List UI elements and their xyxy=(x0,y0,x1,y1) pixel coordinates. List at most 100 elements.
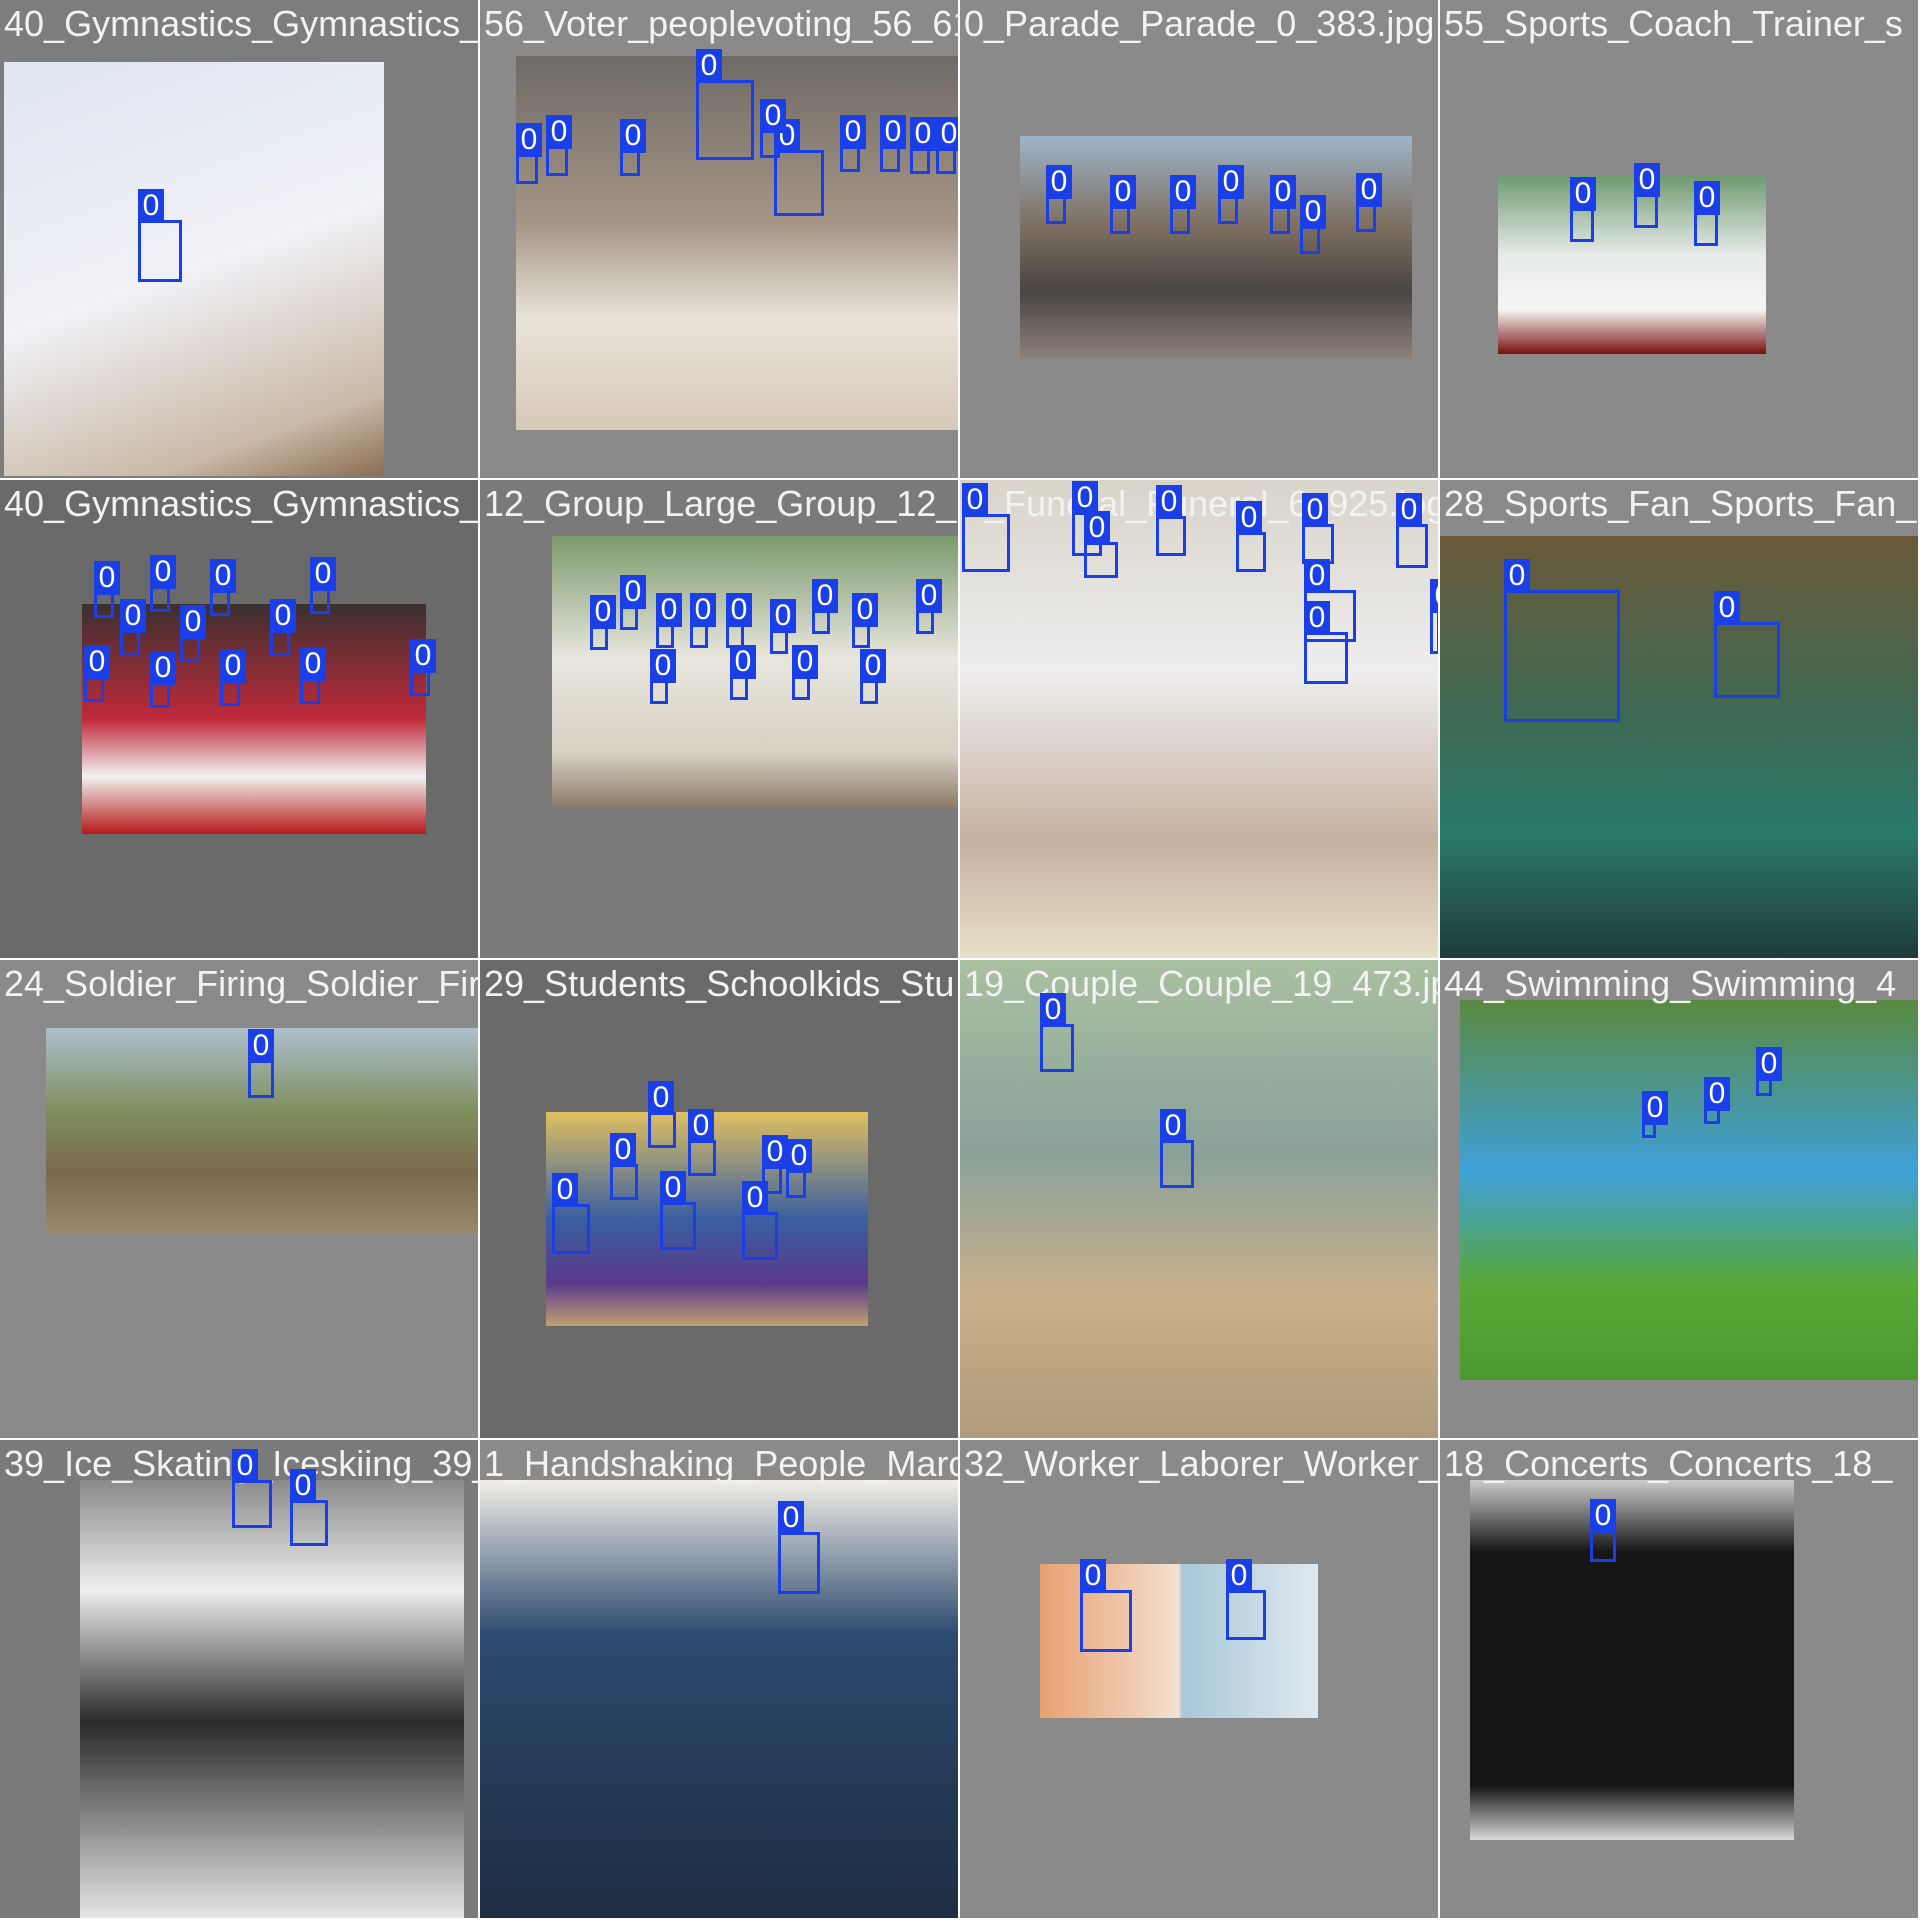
face-box: 0 xyxy=(180,605,206,662)
face-box: 0 xyxy=(1236,501,1266,572)
class-label: 0 xyxy=(210,559,236,593)
face-box: 0 xyxy=(1046,165,1072,224)
tile-filename: 40_Gymnastics_Gymnastics_ xyxy=(4,3,480,44)
class-label: 0 xyxy=(1642,1091,1668,1125)
mosaic-tile: 24_Soldier_Firing_Soldier_Firing_24_837.… xyxy=(0,960,480,1440)
class-label: 0 xyxy=(880,115,906,149)
class-label: 0 xyxy=(690,593,716,627)
class-label: 0 xyxy=(1304,601,1330,635)
tile-filename: 40_Gymnastics_Gymnastics_ xyxy=(4,483,480,524)
class-label: 0 xyxy=(516,123,542,157)
tile-filename: 6_Funeral_Funeral_6_925.jpg xyxy=(964,483,1440,524)
face-box: 0 xyxy=(936,117,958,174)
face-box: 0 xyxy=(1300,195,1326,254)
class-label: 0 xyxy=(180,605,206,639)
face-box: 0 xyxy=(1160,1109,1194,1188)
face-box: 0 xyxy=(232,1449,272,1528)
mosaic-tile: 40_Gymnastics_Gymnastics_ 0 xyxy=(0,0,480,480)
class-label: 0 xyxy=(94,561,120,595)
face-box: 0 xyxy=(1430,579,1438,654)
class-label: 0 xyxy=(770,599,796,633)
class-label: 0 xyxy=(1218,165,1244,199)
face-box: 0 xyxy=(1170,175,1196,234)
class-label: 0 xyxy=(852,593,878,627)
face-box: 0 xyxy=(1590,1499,1616,1562)
face-box: 0 xyxy=(660,1171,696,1250)
class-label: 0 xyxy=(760,99,786,133)
face-box: 0 xyxy=(1226,1559,1266,1640)
face-box: 0 xyxy=(138,189,182,282)
face-box: 0 xyxy=(1040,993,1074,1072)
mosaic-tile: 12_Group_Large_Group_12_G 0 0 0 0 0 0 0 … xyxy=(480,480,960,960)
face-box: 0 xyxy=(1634,163,1660,228)
face-box: 0 xyxy=(1084,511,1118,578)
detection-mosaic: 40_Gymnastics_Gymnastics_ 0 56_Voter_peo… xyxy=(0,0,1920,1920)
class-label: 0 xyxy=(916,579,942,613)
class-label: 0 xyxy=(1504,559,1530,593)
face-box: 0 xyxy=(650,649,676,704)
class-label: 0 xyxy=(962,483,988,517)
face-box: 0 xyxy=(840,115,866,172)
class-label: 0 xyxy=(910,117,936,151)
class-label: 0 xyxy=(1270,175,1296,209)
face-box: 0 xyxy=(210,559,236,616)
face-box: 0 xyxy=(1704,1077,1730,1124)
class-label: 0 xyxy=(1302,493,1328,527)
tile-filename: 24_Soldier_Firing_Soldier_Firing_24_837. xyxy=(4,963,480,1004)
face-box: 0 xyxy=(656,593,682,648)
class-label: 0 xyxy=(1714,591,1740,625)
face-box: 0 xyxy=(1218,165,1244,224)
face-box: 0 xyxy=(962,483,1010,572)
face-box: 0 xyxy=(696,49,754,160)
tile-filename: 19_Couple_Couple_19_473.jpg xyxy=(964,963,1440,1004)
face-box: 0 xyxy=(1304,601,1348,684)
face-box: 0 xyxy=(150,555,176,612)
tile-filename: 29_Students_Schoolkids_Stu xyxy=(484,963,955,1004)
class-label: 0 xyxy=(726,593,752,627)
class-label: 0 xyxy=(1110,175,1136,209)
face-box: 0 xyxy=(310,557,336,614)
face-box: 0 xyxy=(552,1173,590,1254)
class-label: 0 xyxy=(546,115,572,149)
tile-photo xyxy=(960,960,1438,1438)
face-box: 0 xyxy=(812,579,838,634)
class-label: 0 xyxy=(840,115,866,149)
class-label: 0 xyxy=(410,639,436,673)
class-label: 0 xyxy=(1756,1047,1782,1081)
face-box: 0 xyxy=(620,119,646,176)
face-box: 0 xyxy=(1110,175,1136,234)
class-label: 0 xyxy=(120,599,146,633)
face-box: 0 xyxy=(852,593,878,648)
face-box: 0 xyxy=(1694,181,1720,246)
class-label: 0 xyxy=(778,1501,804,1535)
tile-filename: 44_Swimming_Swimming_4 xyxy=(1444,963,1897,1004)
tile-filename: 12_Group_Large_Group_12_G xyxy=(484,483,960,524)
class-label: 0 xyxy=(300,647,326,681)
tile-photo xyxy=(960,480,1438,958)
class-label: 0 xyxy=(248,1029,274,1063)
face-box: 0 xyxy=(1270,175,1296,234)
class-label: 0 xyxy=(1634,163,1660,197)
class-label: 0 xyxy=(1170,175,1196,209)
face-box: 0 xyxy=(94,561,120,618)
tile-photo xyxy=(552,536,958,808)
class-label: 0 xyxy=(688,1109,714,1143)
tile-filename: 18_Concerts_Concerts_18_ xyxy=(1444,1443,1893,1484)
face-box: 0 xyxy=(1570,177,1596,242)
face-box: 0 xyxy=(786,1139,812,1198)
tile-photo xyxy=(80,1480,464,1918)
class-label: 0 xyxy=(1236,501,1262,535)
class-label: 0 xyxy=(1570,177,1596,211)
class-label: 0 xyxy=(1156,485,1182,519)
mosaic-tile: 0_Parade_Parade_0_383.jpg 0 0 0 0 0 0 0 xyxy=(960,0,1440,480)
face-box: 0 xyxy=(1642,1091,1668,1138)
face-box: 0 xyxy=(730,645,756,700)
face-box: 0 xyxy=(860,649,886,704)
face-box: 0 xyxy=(916,579,942,634)
class-label: 0 xyxy=(84,645,110,679)
face-box: 0 xyxy=(778,1501,820,1594)
class-label: 0 xyxy=(860,649,886,683)
class-label: 0 xyxy=(656,593,682,627)
tile-filename: 0_Parade_Parade_0_383.jpg xyxy=(964,3,1435,44)
class-label: 0 xyxy=(1356,173,1382,207)
